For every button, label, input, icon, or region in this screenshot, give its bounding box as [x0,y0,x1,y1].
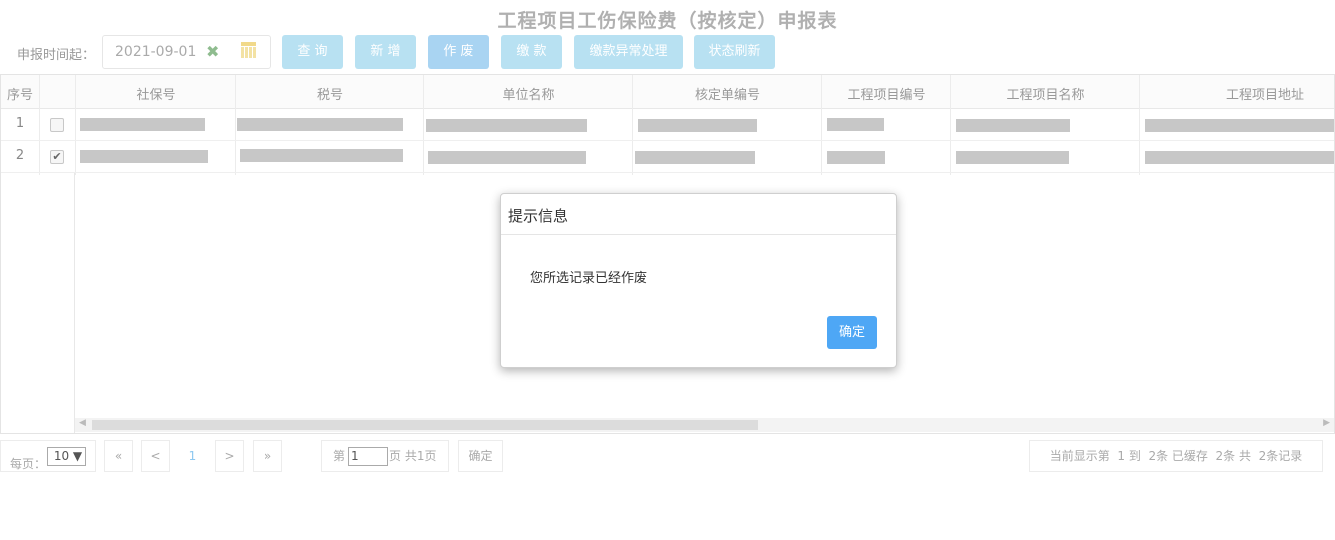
col-header-approval-no: 核定单编号 [694,88,760,103]
page-prefix: 第 [333,449,346,463]
date-label: 申报时间起： [17,48,96,63]
redacted-project-name [956,151,1069,164]
void-button[interactable]: 作 废 [428,35,489,69]
row-checkbox-checked[interactable]: ✔ [50,150,64,164]
row-checkbox[interactable] [50,118,64,132]
info-dialog: 提示信息 您所选记录已经作废 确定 [500,193,897,368]
col-header-tax-no: 税号 [316,88,343,103]
frozen-columns-pane [1,173,75,433]
dialog-ok-button[interactable]: 确定 [827,316,877,349]
scroll-right-icon[interactable]: ▶ [1323,418,1330,428]
go-page-button[interactable]: 确定 [458,440,503,472]
redacted-approval-no [635,151,755,164]
horizontal-scrollbar[interactable]: ◀ ▶ [75,418,1334,432]
redacted-approval-no [638,119,757,132]
redacted-tax-no [240,149,403,162]
page-number-input[interactable]: 1 [348,447,388,466]
redacted-project-address [1145,151,1334,164]
page: 工程项目工伤保险费（按核定）申报表 申报时间起： 2021-09-01 ✖ 查 … [0,0,1335,540]
page-suffix: 页 共1页 [389,449,437,463]
col-header-unit-name: 单位名称 [502,88,555,103]
query-button[interactable]: 查 询 [282,35,343,69]
prev-page-button[interactable]: < [141,440,170,472]
dialog-title: 提示信息 [508,207,569,225]
row-number: 1 [15,116,25,131]
redacted-social-no [80,118,205,131]
date-value: 2021-09-01 [115,44,197,60]
pay-exception-button[interactable]: 缴款异常处理 [574,35,683,69]
redacted-project-address [1145,119,1334,132]
redacted-social-no [80,150,208,163]
redacted-project-name [956,119,1070,132]
table-row[interactable]: 2 ✔ [1,141,1334,173]
col-header-project-address: 工程项目地址 [1225,88,1304,103]
row-number: 2 [15,148,25,163]
redacted-tax-no [237,118,403,131]
page-title: 工程项目工伤保险费（按核定）申报表 [497,10,838,32]
pagination-bar: 每页： 10 ▼ « < 1 > » 第 1 页 共1页 确定 当前显示第 1 … [0,440,1335,474]
per-page-box: 每页： 10 ▼ [0,440,96,472]
next-page-button[interactable]: > [215,440,244,472]
col-header-num: 序号 [6,88,33,103]
record-summary: 当前显示第 1 到 2条 已缓存 2条 共 2条记录 [1029,440,1323,472]
per-page-label: 每页： [10,457,47,471]
goto-page-box: 第 1 页 共1页 [321,440,449,472]
redacted-project-no [827,118,884,131]
current-page[interactable]: 1 [178,440,207,472]
table-row[interactable]: 1 [1,109,1334,141]
col-header-project-name: 工程项目名称 [1006,88,1085,103]
table-header: 序号 社保号 税号 单位名称 核定单编号 工程项目编号 工程项目名称 工程项目地… [1,75,1334,109]
redacted-unit-name [428,151,586,164]
refresh-status-button[interactable]: 状态刷新 [694,35,775,69]
redacted-project-no [827,151,885,164]
pay-button[interactable]: 缴 款 [501,35,562,69]
first-page-button[interactable]: « [104,440,133,472]
dialog-divider [501,234,896,235]
calendar-icon[interactable] [241,42,256,58]
scroll-left-icon[interactable]: ◀ [79,418,86,428]
col-header-social-no: 社保号 [136,88,176,103]
col-header-project-no: 工程项目编号 [847,88,926,103]
date-field[interactable]: 2021-09-01 ✖ [102,35,271,69]
redacted-unit-name [426,119,587,132]
dialog-message: 您所选记录已经作废 [530,271,648,286]
toolbar: 申报时间起： 2021-09-01 ✖ 查 询 新 增 作 废 缴 款 缴款异常… [0,35,1335,69]
scrollbar-thumb[interactable] [92,420,758,430]
clear-icon[interactable]: ✖ [206,42,219,61]
last-page-button[interactable]: » [253,440,282,472]
add-button[interactable]: 新 增 [355,35,416,69]
per-page-select[interactable]: 10 ▼ [47,447,86,466]
